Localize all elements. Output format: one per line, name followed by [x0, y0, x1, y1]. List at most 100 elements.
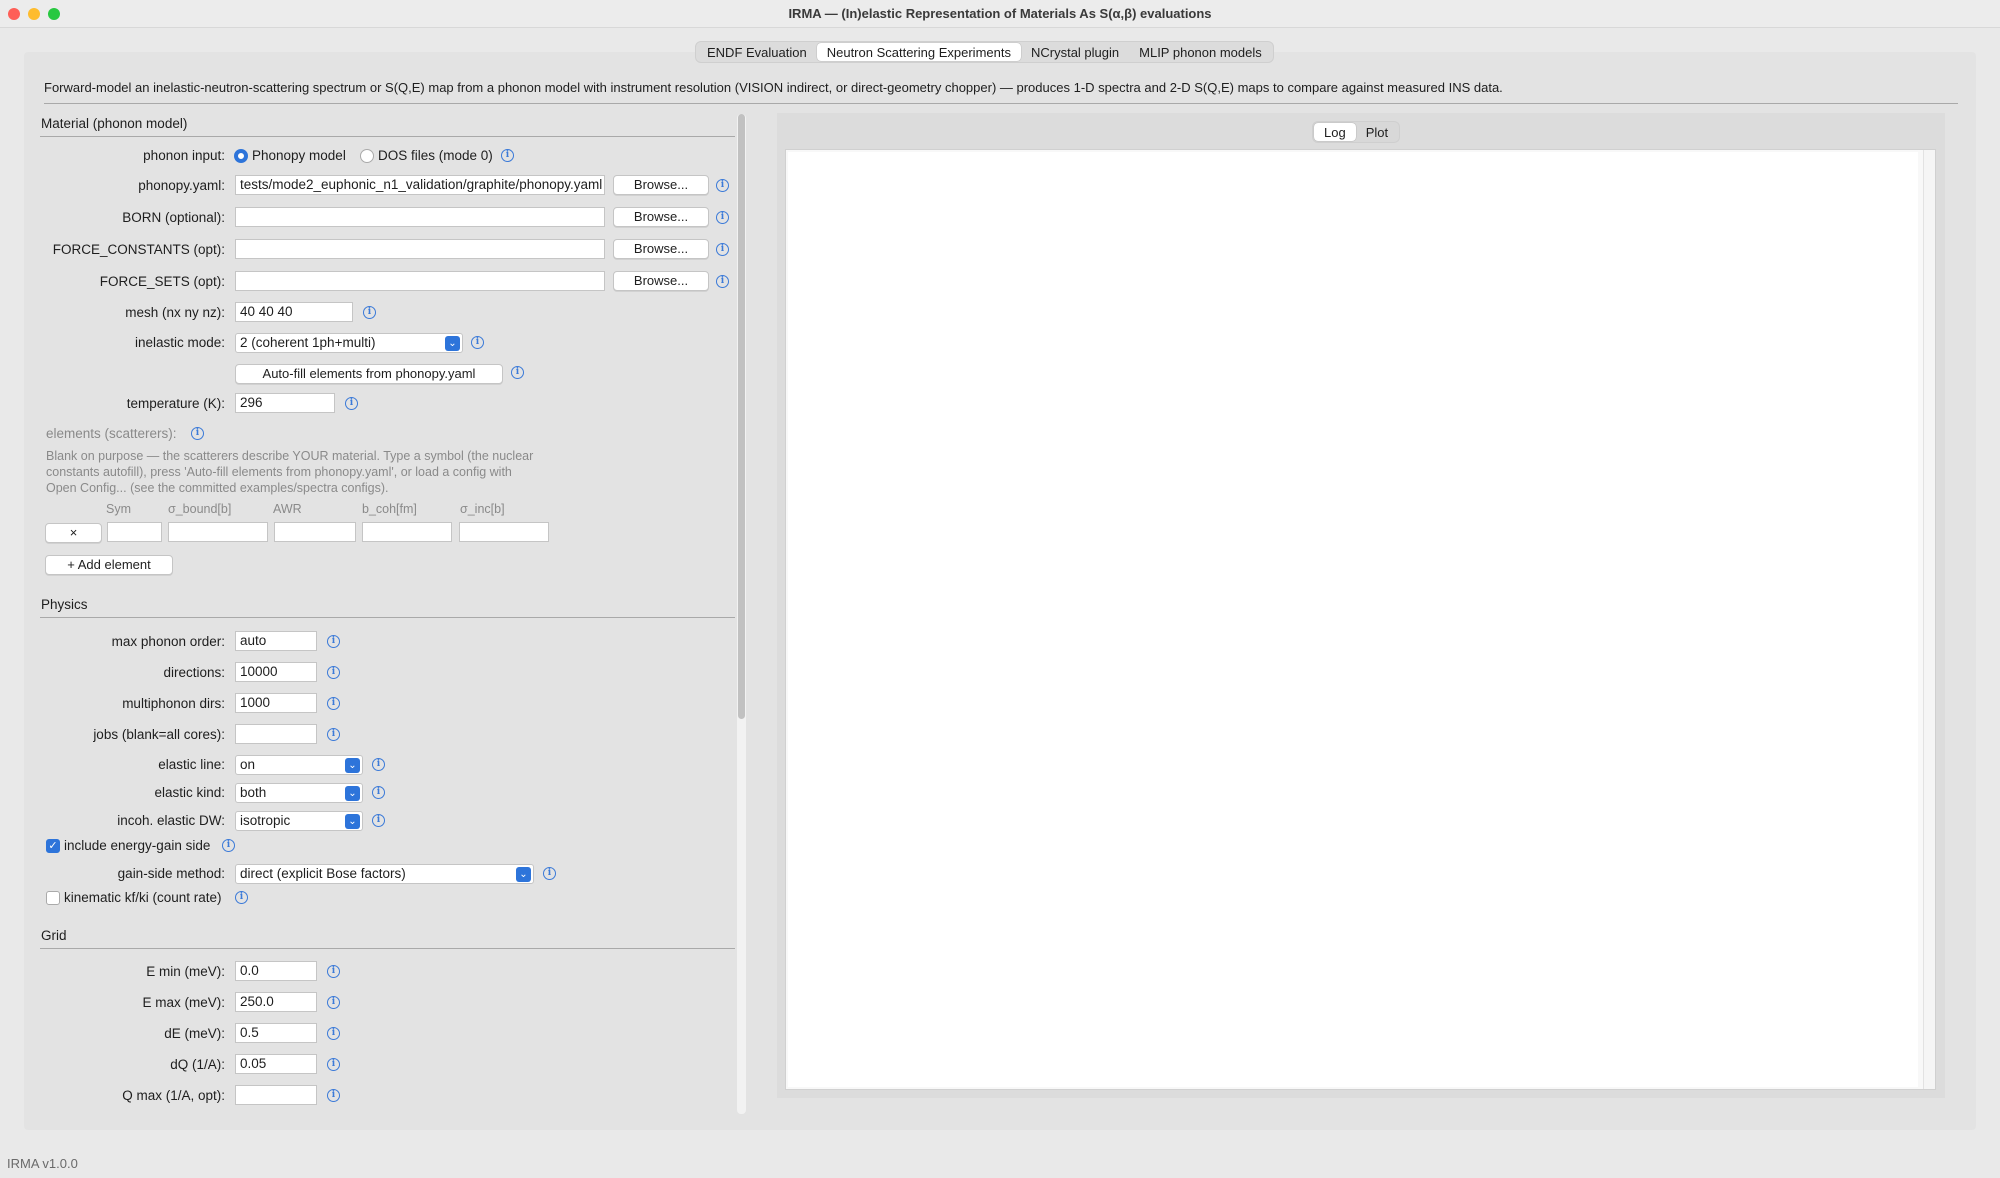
tab-endf-evaluation[interactable]: ENDF Evaluation [697, 43, 817, 61]
info-icon[interactable]: i [345, 397, 358, 410]
max-phonon-order-label: max phonon order: [111, 634, 225, 649]
browse-phonopy-button[interactable]: Browse... [613, 175, 709, 195]
settings-scrollbar[interactable] [737, 114, 746, 1114]
section-title-grid: Grid [41, 928, 67, 943]
jobs-label: jobs (blank=all cores): [93, 727, 225, 742]
log-area [785, 149, 1936, 1090]
e-max-label: E max (meV): [142, 995, 225, 1010]
gain-side-method-label: gain-side method: [117, 866, 225, 881]
elastic-line-label: elastic line: [158, 757, 225, 772]
tab-plot[interactable]: Plot [1356, 123, 1398, 141]
info-icon[interactable]: i [327, 697, 340, 710]
element-sigma-bound-field[interactable] [168, 522, 268, 542]
e-min-label: E min (meV): [146, 964, 225, 979]
info-icon[interactable]: i [372, 786, 385, 799]
phonon-input-label: phonon input: [143, 148, 225, 163]
info-icon[interactable]: i [327, 666, 340, 679]
divider [44, 103, 1958, 104]
elastic-kind-select[interactable]: both ⌄ [235, 783, 363, 803]
temperature-label: temperature (K): [126, 396, 225, 411]
info-icon[interactable]: i [543, 867, 556, 880]
settings-scrollbar-thumb[interactable] [738, 114, 745, 719]
info-icon[interactable]: i [191, 427, 204, 440]
element-symbol-field[interactable] [107, 522, 162, 542]
mesh-label: mesh (nx ny nz): [125, 305, 225, 320]
browse-force-constants-button[interactable]: Browse... [613, 239, 709, 259]
chevron-down-icon: ⌄ [516, 867, 531, 882]
tab-log[interactable]: Log [1314, 123, 1356, 141]
gain-side-method-value: direct (explicit Bose factors) [240, 866, 406, 881]
mesh-field[interactable]: 40 40 40 [235, 302, 353, 322]
info-icon[interactable]: i [511, 366, 524, 379]
log-scrollbar[interactable] [1923, 150, 1935, 1089]
include-energy-gain-checkbox[interactable]: ✓ [46, 839, 60, 853]
directions-label: directions: [163, 665, 225, 680]
browse-born-button[interactable]: Browse... [613, 207, 709, 227]
q-max-label: Q max (1/A, opt): [122, 1088, 225, 1103]
info-icon[interactable]: i [327, 996, 340, 1009]
settings-pane: Material (phonon model) phonon input: Ph… [40, 112, 735, 1115]
jobs-field[interactable] [235, 724, 317, 744]
incoh-elastic-dw-select[interactable]: isotropic ⌄ [235, 811, 363, 831]
gain-side-method-select[interactable]: direct (explicit Bose factors) ⌄ [235, 864, 534, 884]
kinematic-checkbox[interactable] [46, 891, 60, 905]
tab-ncrystal-plugin[interactable]: NCrystal plugin [1021, 43, 1129, 61]
dq-label: dQ (1/A): [170, 1057, 225, 1072]
force-constants-field[interactable] [235, 239, 605, 259]
radio-phonopy-model[interactable] [234, 149, 248, 163]
de-field[interactable]: 0.5 [235, 1023, 317, 1043]
force-sets-field[interactable] [235, 271, 605, 291]
chevron-down-icon: ⌄ [445, 336, 460, 351]
directions-field[interactable]: 10000 [235, 662, 317, 682]
add-element-button[interactable]: + Add element [45, 555, 173, 575]
multiphonon-dirs-field[interactable]: 1000 [235, 693, 317, 713]
elastic-line-select[interactable]: on ⌄ [235, 755, 363, 775]
element-b-coh-field[interactable] [362, 522, 452, 542]
title-bar: IRMA — (In)elastic Representation of Mat… [0, 0, 2000, 28]
elements-label: elements (scatterers): [46, 426, 177, 441]
log-text-area[interactable] [788, 152, 1918, 1087]
info-icon[interactable]: i [327, 1089, 340, 1102]
browse-force-sets-button[interactable]: Browse... [613, 271, 709, 291]
section-title-material: Material (phonon model) [41, 116, 188, 131]
temperature-field[interactable]: 296 [235, 393, 335, 413]
born-label: BORN (optional): [122, 210, 225, 225]
info-icon[interactable]: i [327, 1027, 340, 1040]
info-icon[interactable]: i [372, 758, 385, 771]
output-tabs: Log Plot [1312, 121, 1401, 143]
phonopy-yaml-field[interactable]: tests/mode2_euphonic_n1_validation/graph… [235, 175, 605, 195]
max-phonon-order-field[interactable]: auto [235, 631, 317, 651]
info-icon[interactable]: i [716, 211, 729, 224]
force-sets-label: FORCE_SETS (opt): [99, 274, 225, 289]
info-icon[interactable]: i [327, 1058, 340, 1071]
info-icon[interactable]: i [471, 336, 484, 349]
born-field[interactable] [235, 207, 605, 227]
tab-mlip-phonon-models[interactable]: MLIP phonon models [1129, 43, 1272, 61]
info-icon[interactable]: i [716, 275, 729, 288]
info-icon[interactable]: i [327, 965, 340, 978]
inelastic-mode-select[interactable]: 2 (coherent 1ph+multi) ⌄ [235, 333, 463, 353]
info-icon[interactable]: i [327, 728, 340, 741]
autofill-elements-button[interactable]: Auto-fill elements from phonopy.yaml [235, 364, 503, 384]
info-icon[interactable]: i [327, 635, 340, 648]
info-icon[interactable]: i [363, 306, 376, 319]
info-icon[interactable]: i [222, 839, 235, 852]
info-icon[interactable]: i [716, 243, 729, 256]
info-icon[interactable]: i [716, 179, 729, 192]
radio-dos-files[interactable] [360, 149, 374, 163]
main-tabs: ENDF Evaluation Neutron Scattering Exper… [695, 41, 1274, 63]
info-icon[interactable]: i [501, 149, 514, 162]
e-min-field[interactable]: 0.0 [235, 961, 317, 981]
divider [40, 136, 735, 137]
col-header-b-coh: b_coh[fm] [362, 502, 417, 516]
element-awr-field[interactable] [274, 522, 356, 542]
element-sigma-inc-field[interactable] [459, 522, 549, 542]
dq-field[interactable]: 0.05 [235, 1054, 317, 1074]
remove-element-button[interactable]: × [45, 523, 102, 543]
info-icon[interactable]: i [372, 814, 385, 827]
tab-neutron-scattering-experiments[interactable]: Neutron Scattering Experiments [816, 43, 1021, 61]
q-max-field[interactable] [235, 1085, 317, 1105]
info-icon[interactable]: i [235, 891, 248, 904]
e-max-field[interactable]: 250.0 [235, 992, 317, 1012]
chevron-down-icon: ⌄ [345, 758, 360, 773]
